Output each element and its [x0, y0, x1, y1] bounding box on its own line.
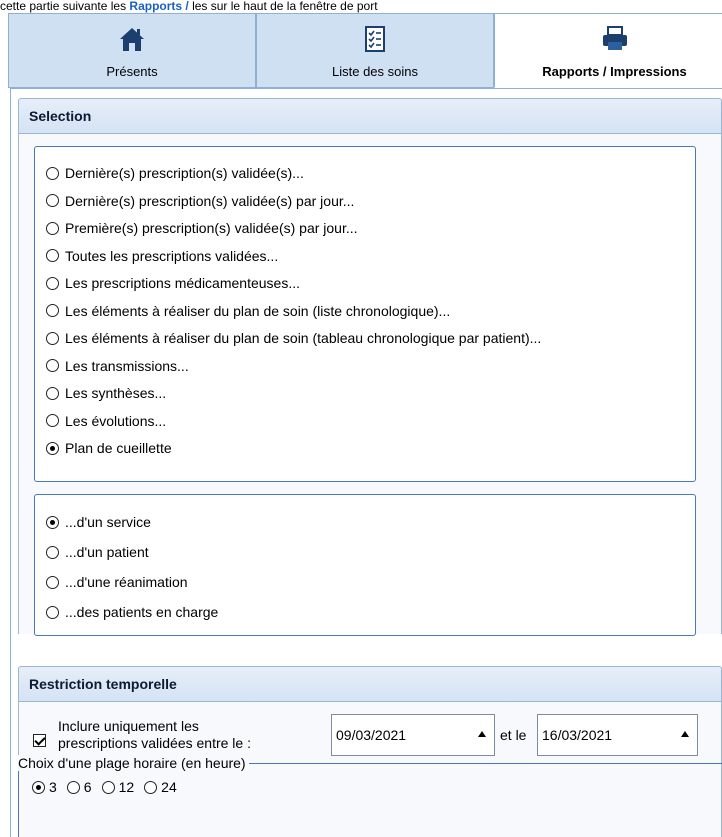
date-to-value: 16/03/2021: [542, 727, 613, 743]
include-label-line1: Inclure uniquement les: [58, 718, 199, 734]
radio-label: Les éléments à réaliser du plan de soin …: [65, 302, 451, 319]
dropdown-arrow-icon[interactable]: [478, 731, 486, 737]
radio-button[interactable]: [46, 249, 59, 262]
radio-label: Les prescriptions médicamenteuses...: [65, 275, 300, 291]
report-option-8[interactable]: Les synthèses...: [46, 383, 166, 403]
hour-option-3[interactable]: 3: [32, 779, 57, 795]
date-from-value: 09/03/2021: [336, 727, 407, 743]
restriction-header: Restriction temporelle: [18, 666, 722, 702]
radio-button[interactable]: [46, 515, 59, 529]
report-option-7[interactable]: Les transmissions...: [46, 356, 189, 376]
radio-label: ...d'un patient: [65, 544, 149, 560]
scope-option-3[interactable]: ...des patients en charge: [46, 602, 218, 622]
report-option-9[interactable]: Les évolutions...: [46, 411, 166, 431]
date-from-picker[interactable]: 09/03/2021: [331, 714, 495, 756]
include-label-line2: prescriptions validées entre le :: [58, 735, 251, 751]
tab-liste-des-soins[interactable]: Liste des soins: [256, 13, 494, 88]
radio-label: Première(s) prescription(s) validée(s) p…: [65, 220, 358, 236]
radio-button[interactable]: [46, 414, 59, 427]
tab-bar: Présents Liste des soins Rapports / Impr…: [0, 13, 722, 88]
radio-button[interactable]: [46, 575, 59, 589]
radio-label: Dernière(s) prescription(s) validée(s) p…: [65, 192, 355, 209]
date-to-picker[interactable]: 16/03/2021: [537, 714, 698, 756]
home-icon: [120, 28, 144, 51]
radio-button[interactable]: [46, 545, 59, 559]
scope-option-1[interactable]: ...d'un patient: [46, 542, 149, 562]
radio-button[interactable]: [46, 605, 59, 619]
hour-option-6[interactable]: 6: [66, 779, 92, 795]
radio-label: Toutes les prescriptions validées...: [65, 247, 279, 264]
radio-label: Les éléments à réaliser du plan de soin …: [65, 330, 542, 346]
report-option-10[interactable]: Plan de cueillette: [46, 438, 172, 458]
radio-button[interactable]: [46, 221, 59, 235]
report-option-6[interactable]: Les éléments à réaliser du plan de soin …: [46, 328, 541, 348]
hour-option-24[interactable]: 24: [144, 779, 177, 795]
tab-rapports-impressions[interactable]: Rapports / Impressions: [494, 13, 722, 88]
dropdown-arrow-icon[interactable]: [681, 731, 689, 737]
report-option-1[interactable]: Dernière(s) prescription(s) validée(s) p…: [46, 191, 354, 211]
hour-range-options: 3 6 12 24: [32, 779, 187, 795]
radio-label: Dernière(s) prescription(s) validée(s)..…: [65, 165, 304, 181]
include-validated-checkbox[interactable]: [33, 734, 46, 747]
radio-label: ...d'une réanimation: [65, 574, 188, 590]
include-validated-label: Inclure uniquement les prescriptions val…: [58, 718, 251, 752]
radio-label: Les synthèses...: [65, 385, 167, 401]
instruction-suffix: les sur le haut de la fenêtre de port: [192, 0, 378, 13]
instruction-text-fragment: cette partie suivante les Rapports / les…: [0, 0, 722, 13]
radio-label: ...des patients en charge: [65, 604, 219, 620]
hour-range-legend: Choix d'une plage horaire (en heure): [18, 755, 249, 771]
radio-button[interactable]: [46, 166, 59, 180]
radio-button[interactable]: [46, 359, 59, 372]
tab-presents[interactable]: Présents: [8, 13, 256, 88]
report-option-0[interactable]: Dernière(s) prescription(s) validée(s)..…: [46, 163, 304, 183]
between-label: et le: [500, 727, 527, 743]
radio-label: 3: [49, 779, 57, 795]
tab-label: Liste des soins: [332, 64, 418, 79]
report-option-3[interactable]: Toutes les prescriptions validées...: [46, 246, 278, 266]
radio-label: 12: [118, 779, 135, 795]
selection-header: Selection: [18, 98, 722, 134]
radio-button[interactable]: [46, 386, 59, 400]
instruction-prefix: cette partie suivante les: [0, 0, 130, 13]
radio-label: Les évolutions...: [65, 412, 167, 429]
scope-option-0[interactable]: ...d'un service: [46, 512, 151, 532]
radio-button[interactable]: [101, 780, 115, 794]
radio-label: ...d'un service: [65, 514, 151, 530]
radio-label: Les transmissions...: [65, 357, 189, 374]
radio-button[interactable]: [66, 780, 80, 794]
radio-label: 6: [83, 779, 92, 795]
report-option-2[interactable]: Première(s) prescription(s) validée(s) p…: [46, 218, 358, 238]
radio-button[interactable]: [46, 331, 59, 345]
radio-button[interactable]: [46, 304, 59, 317]
hour-range-group: [18, 763, 722, 837]
instruction-highlight: Rapports /: [129, 0, 193, 13]
report-option-4[interactable]: Les prescriptions médicamenteuses...: [46, 273, 300, 293]
hour-option-12[interactable]: 12: [101, 779, 135, 795]
radio-button[interactable]: [46, 441, 59, 455]
radio-button[interactable]: [144, 780, 158, 794]
radio-label: Plan de cueillette: [65, 440, 172, 456]
tab-label: Rapports / Impressions: [542, 64, 687, 79]
tab-label: Présents: [106, 64, 158, 79]
printer-icon: [602, 26, 627, 50]
scope-option-2[interactable]: ...d'une réanimation: [46, 572, 188, 592]
radio-button[interactable]: [46, 194, 59, 207]
report-option-5[interactable]: Les éléments à réaliser du plan de soin …: [46, 301, 450, 321]
radio-button[interactable]: [46, 276, 59, 290]
checklist-icon: [365, 26, 385, 52]
radio-button[interactable]: [32, 780, 45, 794]
radio-label: 24: [161, 779, 177, 795]
